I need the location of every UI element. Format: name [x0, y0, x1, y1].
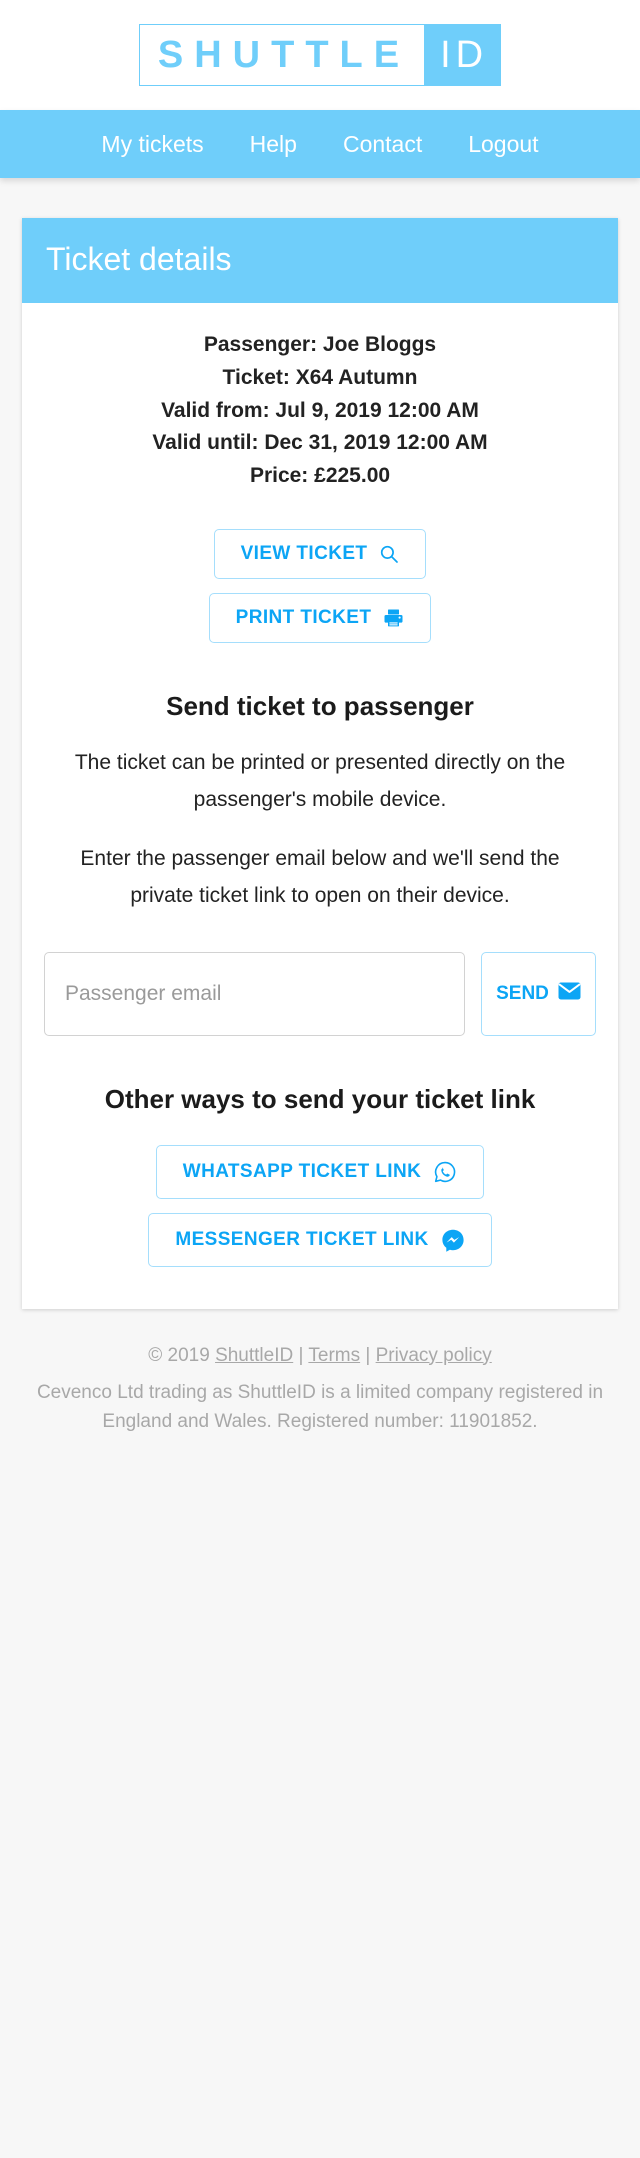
- copyright-text: © 2019: [148, 1344, 216, 1366]
- detail-price: Price: £225.00: [249, 464, 391, 488]
- card-header: Ticket details: [22, 218, 618, 304]
- footer-links-row: © 2019 ShuttleID | Terms | Privacy polic…: [22, 1341, 618, 1370]
- view-ticket-button[interactable]: VIEW TICKET: [213, 528, 427, 579]
- card-body: Passenger: Joe Bloggs Ticket: X64 Autumn…: [22, 303, 618, 1308]
- send-email-form: SEND: [44, 952, 596, 1037]
- send-paragraph-2: Enter the passenger email below and we'l…: [80, 846, 560, 907]
- footer-link-terms[interactable]: Terms: [308, 1345, 360, 1366]
- nav-item-help[interactable]: Help: [227, 131, 320, 158]
- footer-link-privacy-policy[interactable]: Privacy policy: [376, 1345, 492, 1366]
- ticket-details-card: Ticket details Passenger: Joe Bloggs Tic…: [22, 218, 618, 1309]
- passenger-email-input[interactable]: [44, 952, 465, 1037]
- detail-valid-from: Valid from: Jul 9, 2019 12:00 AM: [161, 398, 479, 422]
- envelope-icon: [558, 982, 581, 1006]
- shuttleid-logo[interactable]: SHUTTLE ID: [138, 24, 502, 86]
- send-email-button[interactable]: SEND: [481, 952, 596, 1037]
- footer-link-shuttleid[interactable]: ShuttleID: [215, 1345, 293, 1366]
- send-paragraph-1: The ticket can be printed or presented d…: [74, 751, 566, 811]
- detail-ticket: Ticket: X64 Autumn: [222, 365, 418, 389]
- printer-icon: [383, 608, 404, 628]
- print-ticket-button[interactable]: PRINT TICKET: [208, 592, 432, 643]
- whatsapp-icon: [433, 1160, 457, 1184]
- whatsapp-ticket-link-button[interactable]: WHATSAPP TICKET LINK: [155, 1144, 485, 1199]
- nav-item-logout[interactable]: Logout: [445, 131, 561, 158]
- logo-wordmark: SHUTTLE: [157, 34, 411, 76]
- send-section-title: Send ticket to passenger: [166, 690, 474, 721]
- footer-separator-2: |: [360, 1344, 376, 1366]
- search-icon: [379, 544, 399, 564]
- messenger-button-label: MESSENGER TICKET LINK: [175, 1229, 429, 1251]
- footer-legal-text: Cevenco Ltd trading as ShuttleID is a li…: [36, 1382, 604, 1433]
- footer-separator-1: |: [293, 1344, 309, 1366]
- share-buttons: WHATSAPP TICKET LINK MESSENGER TICKET LI…: [44, 1144, 596, 1267]
- main-navigation: My tickets Help Contact Logout: [0, 110, 640, 178]
- print-ticket-label: PRINT TICKET: [235, 607, 372, 629]
- whatsapp-button-label: WHATSAPP TICKET LINK: [182, 1161, 422, 1183]
- site-header: SHUTTLE ID: [0, 0, 640, 110]
- page-title: Ticket details: [46, 241, 232, 277]
- view-ticket-label: VIEW TICKET: [240, 543, 368, 565]
- logo-id-badge: ID: [424, 25, 501, 85]
- site-footer: © 2019 ShuttleID | Terms | Privacy polic…: [0, 1309, 640, 1477]
- detail-passenger: Passenger: Joe Bloggs: [203, 333, 437, 357]
- nav-item-contact[interactable]: Contact: [320, 131, 445, 158]
- other-ways-title: Other ways to send your ticket link: [104, 1084, 536, 1115]
- detail-valid-until: Valid until: Dec 31, 2019 12:00 AM: [152, 431, 488, 455]
- messenger-icon: [441, 1228, 465, 1252]
- page-content: Ticket details Passenger: Joe Bloggs Tic…: [0, 178, 640, 1309]
- messenger-ticket-link-button[interactable]: MESSENGER TICKET LINK: [148, 1212, 492, 1267]
- ticket-action-buttons: VIEW TICKET PRINT TICKET: [44, 528, 596, 643]
- send-button-label: SEND: [496, 983, 549, 1005]
- nav-item-my-tickets[interactable]: My tickets: [78, 131, 226, 158]
